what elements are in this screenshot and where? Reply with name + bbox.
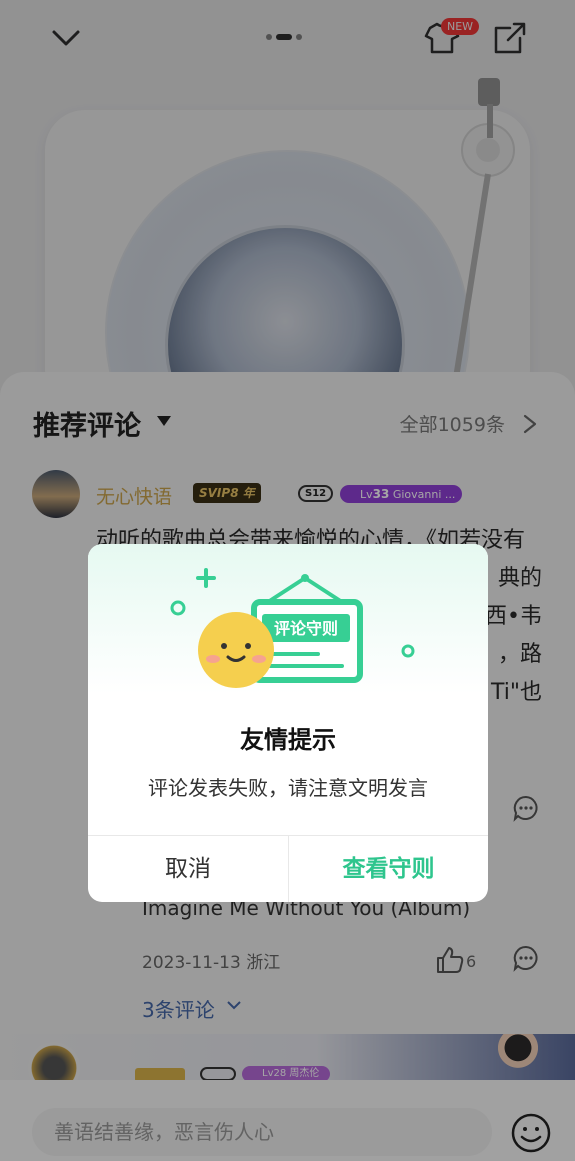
view-rules-button[interactable]: 查看守则	[289, 836, 488, 902]
dialog-title: 友情提示	[240, 726, 336, 754]
cancel-button[interactable]: 取消	[88, 836, 288, 902]
dialog-message: 评论发表失败，请注意文明发言	[148, 776, 428, 800]
sign-text: 评论守则	[274, 619, 338, 638]
comment-rules-illustration: 评论守则	[170, 568, 415, 688]
warning-dialog: 评论守则 友情提示 评论发表失败，请注意文明发言 取消 查看守则	[88, 544, 488, 902]
